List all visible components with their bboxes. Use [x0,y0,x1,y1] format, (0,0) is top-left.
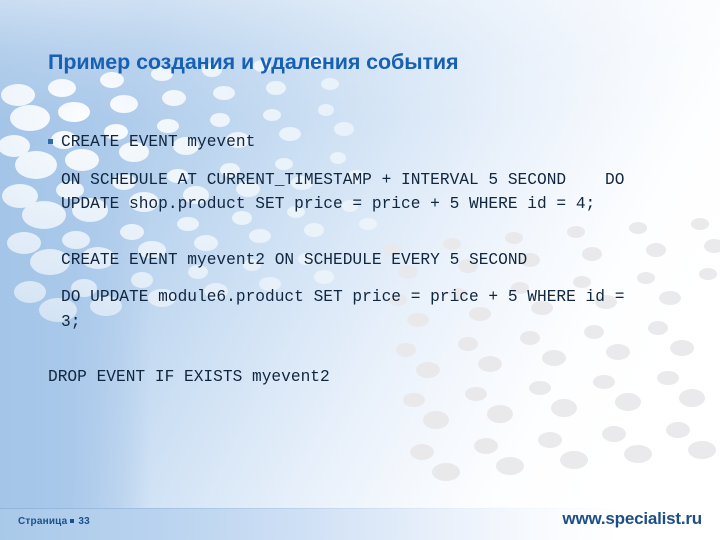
page-number-value: 33 [78,516,90,527]
content-block-2: ON SCHEDULE AT CURRENT_TIMESTAMP + INTER… [48,168,648,217]
content-block-5: DROP EVENT IF EXISTS myevent2 [48,365,648,390]
content-block-3: CREATE EVENT myevent2 ON SCHEDULE EVERY … [48,248,648,273]
square-bullet-icon [48,139,53,144]
page-title: Пример создания и удаления события [48,50,459,74]
site-url: www.specialist.ru [562,509,702,528]
code-line: CREATE EVENT myevent2 ON SCHEDULE EVERY … [61,250,528,269]
code-line: DROP EVENT IF EXISTS myevent2 [48,368,330,386]
page-number-label: Страница 33 [18,516,90,527]
code-line: DO UPDATE module6.product SET price = pr… [61,288,635,331]
content-block-4: DO UPDATE module6.product SET price = pr… [48,285,648,334]
slide-body: CREATE EVENT myevent ON SCHEDULE AT CURR… [48,130,648,390]
content-block-1: CREATE EVENT myevent [48,130,648,155]
slide-canvas: Пример создания и удаления события CREAT… [0,0,720,540]
page-label-text: Страница [18,516,68,527]
square-separator-icon [70,518,75,523]
code-line: ON SCHEDULE AT CURRENT_TIMESTAMP + INTER… [61,170,673,214]
code-line: CREATE EVENT myevent [61,133,256,151]
